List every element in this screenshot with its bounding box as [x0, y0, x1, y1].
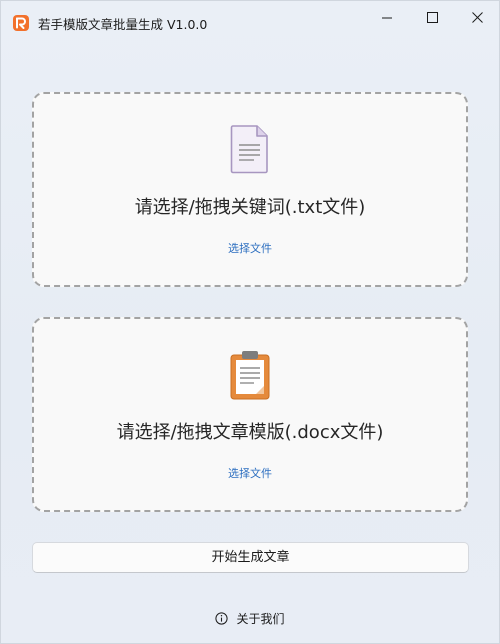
- maximize-button[interactable]: [410, 1, 456, 35]
- info-icon: [215, 612, 229, 625]
- keyword-dropzone-label: 请选择/拖拽关键词(.txt文件): [134, 197, 366, 218]
- minimize-icon: [382, 17, 392, 19]
- window-title: 若手模版文章批量生成 V1.0.0: [38, 17, 208, 32]
- template-dropzone-label: 请选择/拖拽文章模版(.docx文件): [116, 422, 384, 443]
- minimize-button[interactable]: [364, 1, 410, 35]
- title-bar[interactable]: 若手模版文章批量生成 V1.0.0: [1, 1, 499, 43]
- select-template-file-link[interactable]: 选择文件: [34, 465, 466, 481]
- keyword-file-dropzone[interactable]: 请选择/拖拽关键词(.txt文件) 选择文件: [32, 92, 468, 287]
- about-us: 关于我们: [1, 610, 499, 628]
- select-template-file-link-text[interactable]: 选择文件: [228, 467, 272, 480]
- close-button[interactable]: [455, 1, 500, 35]
- about-us-link[interactable]: 关于我们: [215, 610, 285, 627]
- document-icon: [230, 124, 270, 178]
- select-keyword-file-link-text[interactable]: 选择文件: [228, 242, 272, 255]
- app-window: 若手模版文章批量生成 V1.0.0 请选择/拖拽关键词(.txt文件) 选择文件…: [0, 0, 500, 644]
- about-us-label[interactable]: 关于我们: [236, 610, 284, 627]
- start-generate-button[interactable]: 开始生成文章: [32, 542, 469, 573]
- close-icon: [472, 12, 483, 23]
- maximize-icon: [427, 12, 438, 23]
- clipboard-icon: [228, 349, 272, 405]
- select-keyword-file-link[interactable]: 选择文件: [34, 240, 466, 256]
- template-file-dropzone[interactable]: 请选择/拖拽文章模版(.docx文件) 选择文件: [32, 317, 468, 512]
- app-logo-icon: [13, 15, 29, 31]
